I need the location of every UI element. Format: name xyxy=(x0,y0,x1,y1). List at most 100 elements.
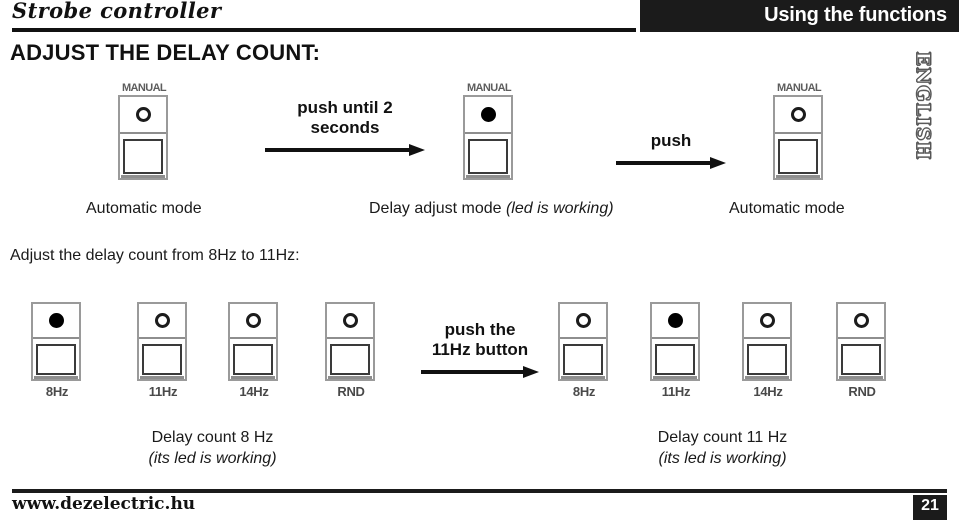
led-indicator-icon xyxy=(135,107,151,122)
device-push-button[interactable] xyxy=(744,339,790,379)
device-body xyxy=(325,302,375,381)
device-body xyxy=(463,95,513,180)
caption-text: Delay adjust mode xyxy=(369,200,506,217)
caption-text-italic: (led is working) xyxy=(505,200,614,217)
device-led-panel xyxy=(744,304,790,339)
led-indicator-icon xyxy=(667,313,683,328)
led-indicator-icon xyxy=(245,313,261,328)
device-body xyxy=(118,95,168,180)
result-line-2: (its led is working) xyxy=(658,450,787,467)
device-caption: RND xyxy=(337,384,365,399)
caption-automatic-mode-2: Automatic mode xyxy=(729,200,845,218)
arrow-right-icon xyxy=(616,157,726,169)
device-caption: 14Hz xyxy=(753,384,783,399)
device-led-panel xyxy=(230,304,276,339)
device-led-panel xyxy=(560,304,606,339)
annotation-push: push xyxy=(608,131,734,169)
device-push-button[interactable] xyxy=(139,339,185,379)
device-rnd-right[interactable]: RND xyxy=(836,302,888,399)
result-caption-left: Delay count 8 Hz (its led is working) xyxy=(140,427,285,469)
result-line-1: Delay count 11 Hz xyxy=(657,429,788,446)
device-body xyxy=(773,95,823,180)
device-led-panel xyxy=(139,304,185,339)
led-indicator-icon xyxy=(48,313,64,328)
annotation-push-until-2-seconds: push until 2 seconds xyxy=(252,98,438,156)
result-caption-right: Delay count 11 Hz (its led is working) xyxy=(645,427,800,469)
device-push-button[interactable] xyxy=(465,134,511,178)
device-caption: 8Hz xyxy=(572,384,596,399)
section-banner: Using the functions xyxy=(640,0,959,32)
device-push-button[interactable] xyxy=(838,339,884,379)
device-brand-label: MANUAL xyxy=(121,82,167,94)
device-manual-1[interactable]: MANUAL xyxy=(118,82,170,180)
led-indicator-icon xyxy=(480,107,496,122)
device-caption: 8Hz xyxy=(45,384,69,399)
device-body xyxy=(742,302,792,381)
device-brand-label: MANUAL xyxy=(466,82,512,94)
caption-automatic-mode-1: Automatic mode xyxy=(86,200,202,218)
led-indicator-icon xyxy=(759,313,775,328)
device-8hz-left[interactable]: 8Hz xyxy=(31,302,83,399)
device-led-panel xyxy=(327,304,373,339)
device-push-button[interactable] xyxy=(652,339,698,379)
device-14hz-left[interactable]: 14Hz xyxy=(228,302,280,399)
caption-text: Automatic mode xyxy=(86,200,202,217)
device-8hz-right[interactable]: 8Hz xyxy=(558,302,610,399)
language-tab: ENGLISH xyxy=(908,44,938,176)
arrow-right-icon xyxy=(265,144,425,156)
annotation-label: push until 2 seconds xyxy=(297,98,393,137)
device-caption: RND xyxy=(848,384,876,399)
device-push-button[interactable] xyxy=(33,339,79,379)
device-push-button[interactable] xyxy=(230,339,276,379)
device-body xyxy=(137,302,187,381)
device-11hz-left[interactable]: 11Hz xyxy=(137,302,189,399)
device-body xyxy=(558,302,608,381)
led-indicator-icon xyxy=(853,313,869,328)
device-led-panel xyxy=(120,97,166,134)
led-indicator-icon xyxy=(790,107,806,122)
device-push-button[interactable] xyxy=(775,134,821,178)
annotation-label: push xyxy=(650,131,692,150)
device-manual-2[interactable]: MANUAL xyxy=(463,82,515,180)
page-number-badge: 21 xyxy=(913,495,947,520)
device-14hz-right[interactable]: 14Hz xyxy=(742,302,794,399)
caption-delay-adjust-mode: Delay adjust mode (led is working) xyxy=(369,200,614,218)
caption-text: Automatic mode xyxy=(729,200,845,217)
led-indicator-icon xyxy=(154,313,170,328)
annotation-label: push the 11Hz button xyxy=(431,320,529,359)
device-body xyxy=(228,302,278,381)
device-led-panel xyxy=(838,304,884,339)
device-led-panel xyxy=(775,97,821,134)
page-title: ADJUST THE DELAY COUNT: xyxy=(10,40,321,65)
page-number-label: 21 xyxy=(921,497,939,514)
device-body xyxy=(650,302,700,381)
result-line-2: (its led is working) xyxy=(148,450,277,467)
device-body xyxy=(836,302,886,381)
device-push-button[interactable] xyxy=(560,339,606,379)
section-banner-label: Using the functions xyxy=(764,4,947,26)
instruction-line: Adjust the delay count from 8Hz to 11Hz: xyxy=(10,247,300,264)
device-led-panel xyxy=(33,304,79,339)
annotation-push-the-11hz-button: push the 11Hz button xyxy=(413,320,547,378)
device-manual-3[interactable]: MANUAL xyxy=(773,82,825,180)
language-tab-label: ENGLISH xyxy=(912,51,935,161)
device-11hz-right[interactable]: 11Hz xyxy=(650,302,702,399)
device-rnd-left[interactable]: RND xyxy=(325,302,377,399)
header-divider xyxy=(12,28,636,32)
device-body xyxy=(31,302,81,381)
device-push-button[interactable] xyxy=(120,134,166,178)
footer-divider xyxy=(12,489,947,493)
footer-url[interactable]: www.dezelectric.hu xyxy=(12,494,195,514)
device-led-panel xyxy=(465,97,511,134)
arrow-right-icon xyxy=(421,366,539,378)
device-led-panel xyxy=(652,304,698,339)
led-indicator-icon xyxy=(342,313,358,328)
brand-title: Strobe controller xyxy=(12,0,222,23)
device-caption: 11Hz xyxy=(661,384,691,399)
device-push-button[interactable] xyxy=(327,339,373,379)
result-line-1: Delay count 8 Hz xyxy=(151,429,274,446)
page-header: Strobe controller Using the functions xyxy=(0,0,959,34)
led-indicator-icon xyxy=(575,313,591,328)
device-caption: 14Hz xyxy=(239,384,269,399)
device-caption: 11Hz xyxy=(148,384,178,399)
